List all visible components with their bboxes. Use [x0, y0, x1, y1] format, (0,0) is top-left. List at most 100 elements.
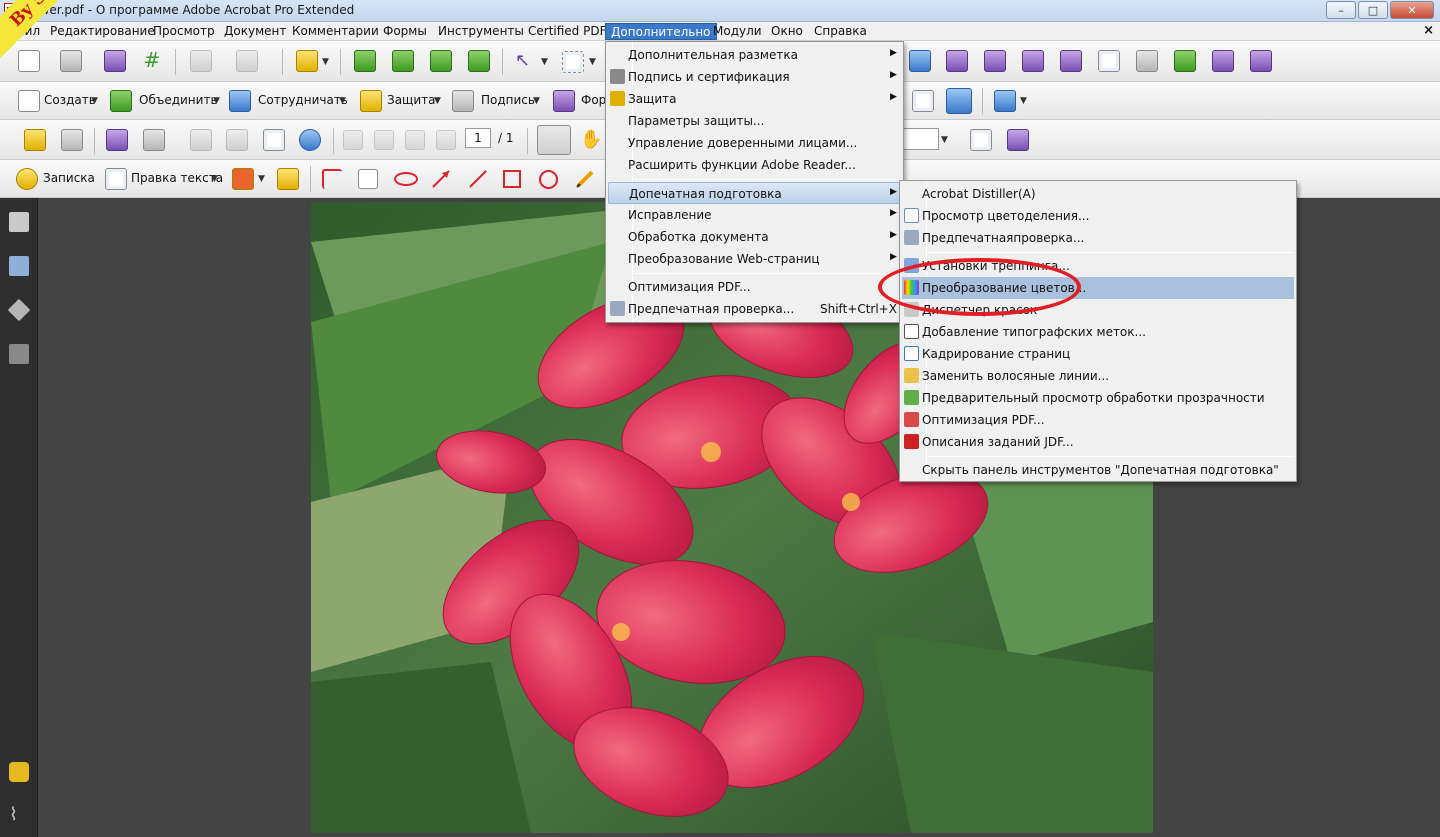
filter-icon[interactable]	[1060, 50, 1082, 72]
save-disabled-icon[interactable]	[226, 129, 248, 151]
combine-button[interactable]: Объединить	[139, 93, 218, 107]
menu-advanced[interactable]: Дополнительно	[605, 23, 717, 40]
zoom-input[interactable]	[903, 128, 939, 150]
menu-comments[interactable]: Комментарии	[287, 23, 384, 40]
submenu-acrobat-distiller[interactable]: Acrobat Distiller(A)	[902, 183, 1294, 205]
submenu-fix-hairlines[interactable]: Заменить волосяные линии...	[902, 365, 1294, 387]
gear-icon[interactable]	[1022, 50, 1044, 72]
menu-item-trusted-identities[interactable]: Управление доверенными лицами...	[608, 132, 901, 154]
delete-pages-icon[interactable]	[296, 50, 318, 72]
save-icon[interactable]	[190, 129, 212, 151]
pattern-icon[interactable]	[430, 50, 452, 72]
collaborate-button[interactable]: Сотрудничать	[258, 93, 348, 107]
menu-tools[interactable]: Инструменты	[433, 23, 529, 40]
menu-item-extend-reader[interactable]: Расширить функции Adobe Reader...	[608, 154, 901, 176]
textbox-icon[interactable]	[358, 169, 378, 189]
scanner-icon[interactable]	[143, 129, 165, 151]
submenu-flattener-preview[interactable]: Предварительный просмотр обработки прозр…	[902, 387, 1294, 409]
menu-item-advanced-markup[interactable]: Дополнительная разметка ▶	[608, 44, 901, 66]
menu-item-preflight[interactable]: Предпечатная проверка... Shift+Ctrl+X	[608, 298, 901, 320]
submenu-crop-pages[interactable]: Кадрирование страниц	[902, 343, 1294, 365]
first-page-icon[interactable]	[343, 130, 363, 150]
globe-icon[interactable]	[984, 50, 1006, 72]
menu-item-document-processing[interactable]: Обработка документа ▶	[608, 226, 901, 248]
minimize-button[interactable]: –	[1326, 1, 1356, 19]
email-attach-icon[interactable]	[106, 129, 128, 151]
sign-button[interactable]: Подпись	[481, 93, 535, 107]
find-icon[interactable]	[909, 50, 931, 72]
menu-item-security[interactable]: Защита ▶	[608, 88, 901, 110]
page-number-input[interactable]: 1	[465, 128, 491, 148]
menu-edit[interactable]: Редактирование	[45, 23, 160, 40]
pencil-icon[interactable]	[574, 168, 596, 190]
page-tools-icon[interactable]	[994, 90, 1016, 112]
oval-tool-icon[interactable]	[539, 170, 558, 189]
note-button[interactable]: Записка	[43, 171, 95, 185]
menu-view[interactable]: Просмотр	[148, 23, 220, 40]
stamp-tool-icon[interactable]	[232, 168, 254, 190]
document-close-icon[interactable]: ×	[1423, 23, 1434, 38]
redo-icon[interactable]	[236, 50, 258, 72]
form-edit-icon[interactable]	[1007, 129, 1029, 151]
email-icon[interactable]	[392, 50, 414, 72]
open-folder-icon[interactable]	[24, 129, 46, 151]
marquee-icon[interactable]	[562, 51, 584, 73]
new-document-icon[interactable]	[18, 50, 40, 72]
hand-tool-icon[interactable]: ✋	[580, 129, 602, 151]
menu-item-sign-certify[interactable]: Подпись и сертификация ▶	[608, 66, 901, 88]
print-icon[interactable]	[61, 129, 83, 151]
layers-panel-icon[interactable]	[7, 298, 31, 322]
menu-window[interactable]: Окно	[766, 23, 808, 40]
fit-page-icon[interactable]	[946, 88, 972, 114]
submenu-jdf-job-definitions[interactable]: Описания заданий JDF...	[902, 431, 1294, 453]
submenu-hide-toolbar[interactable]: Скрыть панель инструментов "Допечатная п…	[902, 459, 1294, 481]
menu-item-web-capture[interactable]: Преобразование Web-страниц ▶	[608, 248, 901, 270]
bookmarks-icon[interactable]	[9, 256, 29, 276]
undo-icon[interactable]	[190, 50, 212, 72]
menu-document[interactable]: Документ	[219, 23, 291, 40]
menu-item-print-production[interactable]: Допечатная подготовка ▶	[608, 182, 901, 204]
select-arrow-icon[interactable]: ↖	[515, 50, 537, 72]
menu-item-security-settings[interactable]: Параметры защиты...	[608, 110, 901, 132]
stamp-icon[interactable]	[104, 50, 126, 72]
envelope-icon[interactable]	[263, 129, 285, 151]
rectangle-tool-icon[interactable]	[503, 170, 521, 188]
comment-icon[interactable]	[354, 50, 376, 72]
last-page-icon[interactable]	[436, 130, 456, 150]
submenu-pdf-optimizer[interactable]: Оптимизация PDF...	[902, 409, 1294, 431]
callout-icon[interactable]	[322, 169, 342, 189]
close-button[interactable]: ✕	[1390, 1, 1434, 19]
select-text-tool-button[interactable]	[537, 125, 571, 155]
menu-forms[interactable]: Формы	[378, 23, 432, 40]
print-production-icon[interactable]	[1136, 50, 1158, 72]
forms-button[interactable]: Фор	[581, 93, 606, 107]
menu-item-correction[interactable]: Исправление ▶	[608, 204, 901, 226]
cloud-icon[interactable]	[394, 172, 418, 186]
edit-text-button[interactable]: Правка текста	[131, 171, 223, 185]
protect-button[interactable]: Защита	[387, 93, 436, 107]
next-page-icon[interactable]	[405, 130, 425, 150]
layers-icon[interactable]	[468, 50, 490, 72]
maximize-button[interactable]: □	[1358, 1, 1388, 19]
text-field-icon[interactable]	[970, 129, 992, 151]
signatures-icon[interactable]	[9, 344, 29, 364]
checkmark-icon[interactable]	[946, 50, 968, 72]
submenu-add-printer-marks[interactable]: Добавление типографских меток...	[902, 321, 1294, 343]
pages-icon[interactable]	[9, 212, 29, 232]
web-icon[interactable]	[299, 129, 321, 151]
color-separation-icon[interactable]	[1098, 50, 1120, 72]
export-icon[interactable]	[1174, 50, 1196, 72]
fit-width-icon[interactable]	[912, 90, 934, 112]
grid-icon[interactable]: #	[141, 50, 163, 72]
menu-plugins[interactable]: Модули	[708, 23, 767, 40]
attachments-icon[interactable]: ⌇	[9, 804, 29, 825]
arrow-tool-icon[interactable]	[430, 168, 452, 190]
comments-panel-icon[interactable]	[9, 762, 29, 782]
menu-certified-pdf[interactable]: Certified PDF	[523, 23, 612, 40]
copy-icon[interactable]	[60, 50, 82, 72]
highlight-icon[interactable]	[277, 168, 299, 190]
warning-icon[interactable]	[1250, 50, 1272, 72]
menu-item-optimize-pdf[interactable]: Оптимизация PDF...	[608, 276, 901, 298]
previous-page-icon[interactable]	[374, 130, 394, 150]
menu-help[interactable]: Справка	[809, 23, 872, 40]
